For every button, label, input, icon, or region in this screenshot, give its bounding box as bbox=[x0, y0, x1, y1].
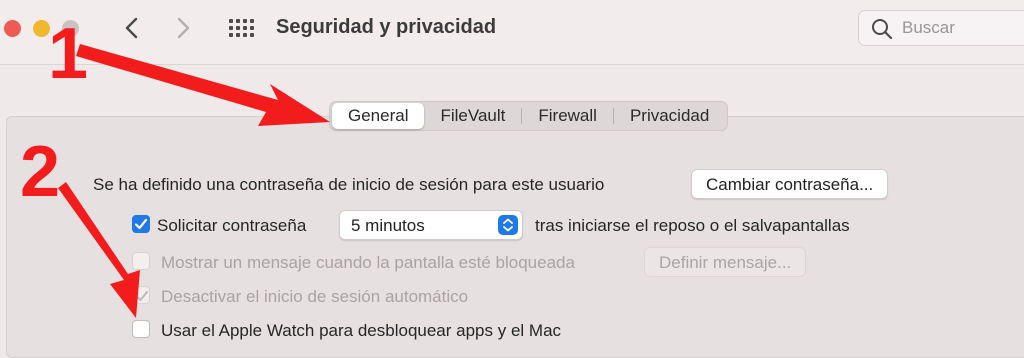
annotation-number-1: 1 bbox=[48, 14, 89, 94]
annotation-arrow-2 bbox=[58, 182, 140, 318]
annotation-arrow-1 bbox=[76, 44, 330, 126]
annotation-overlay bbox=[58, 44, 330, 318]
annotation-number-2: 2 bbox=[20, 132, 61, 212]
